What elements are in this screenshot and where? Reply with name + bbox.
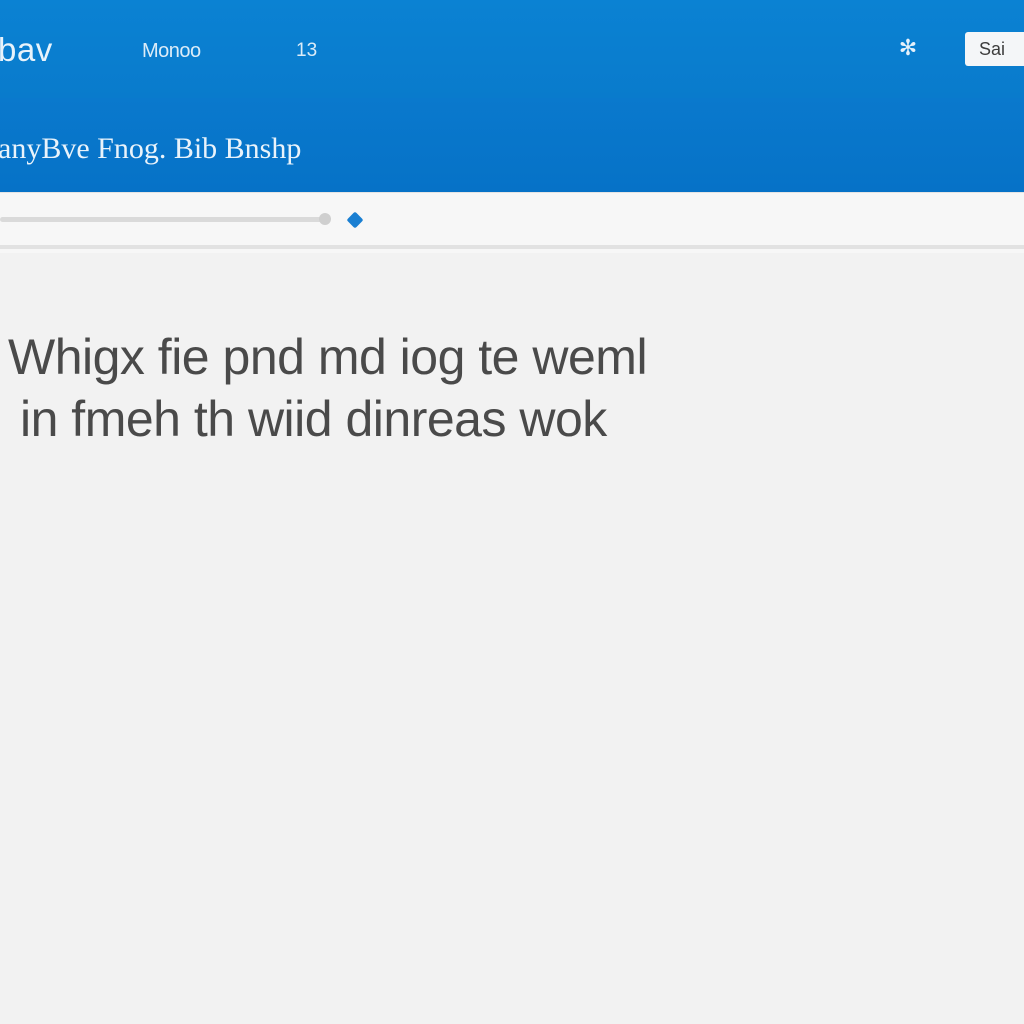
progress-slider-track[interactable] bbox=[0, 217, 326, 222]
progress-slider-handle[interactable] bbox=[319, 213, 331, 225]
section-title: anyBve Fnog. Bib Bnshp bbox=[0, 132, 302, 165]
main-content: Whigx fie pnd md iog te weml in fmeh th … bbox=[0, 256, 1024, 1024]
nav-count-badge[interactable]: 13 bbox=[296, 38, 317, 64]
headline-line-2: in fmeh th wiid dinreas wok bbox=[20, 391, 607, 447]
top-navigation-bar: bav Monoo 13 ✻ Sai bbox=[0, 0, 1024, 98]
diamond-marker-icon[interactable] bbox=[346, 211, 364, 229]
slider-toolbar bbox=[0, 192, 1024, 253]
brand-logo[interactable]: bav bbox=[0, 30, 53, 70]
star-icon[interactable]: ✻ bbox=[896, 36, 920, 60]
headline-line-1: Whigx fie pnd md iog te weml bbox=[8, 329, 648, 385]
main-headline: Whigx fie pnd md iog te weml in fmeh th … bbox=[8, 326, 1008, 450]
toolbar-divider bbox=[0, 245, 1024, 249]
nav-menu-link[interactable]: Monoo bbox=[142, 38, 201, 64]
account-button[interactable]: Sai bbox=[965, 32, 1024, 66]
secondary-header-bar: anyBve Fnog. Bib Bnshp bbox=[0, 98, 1024, 192]
app-window: bav Monoo 13 ✻ Sai anyBve Fnog. Bib Bnsh… bbox=[0, 0, 1024, 1024]
